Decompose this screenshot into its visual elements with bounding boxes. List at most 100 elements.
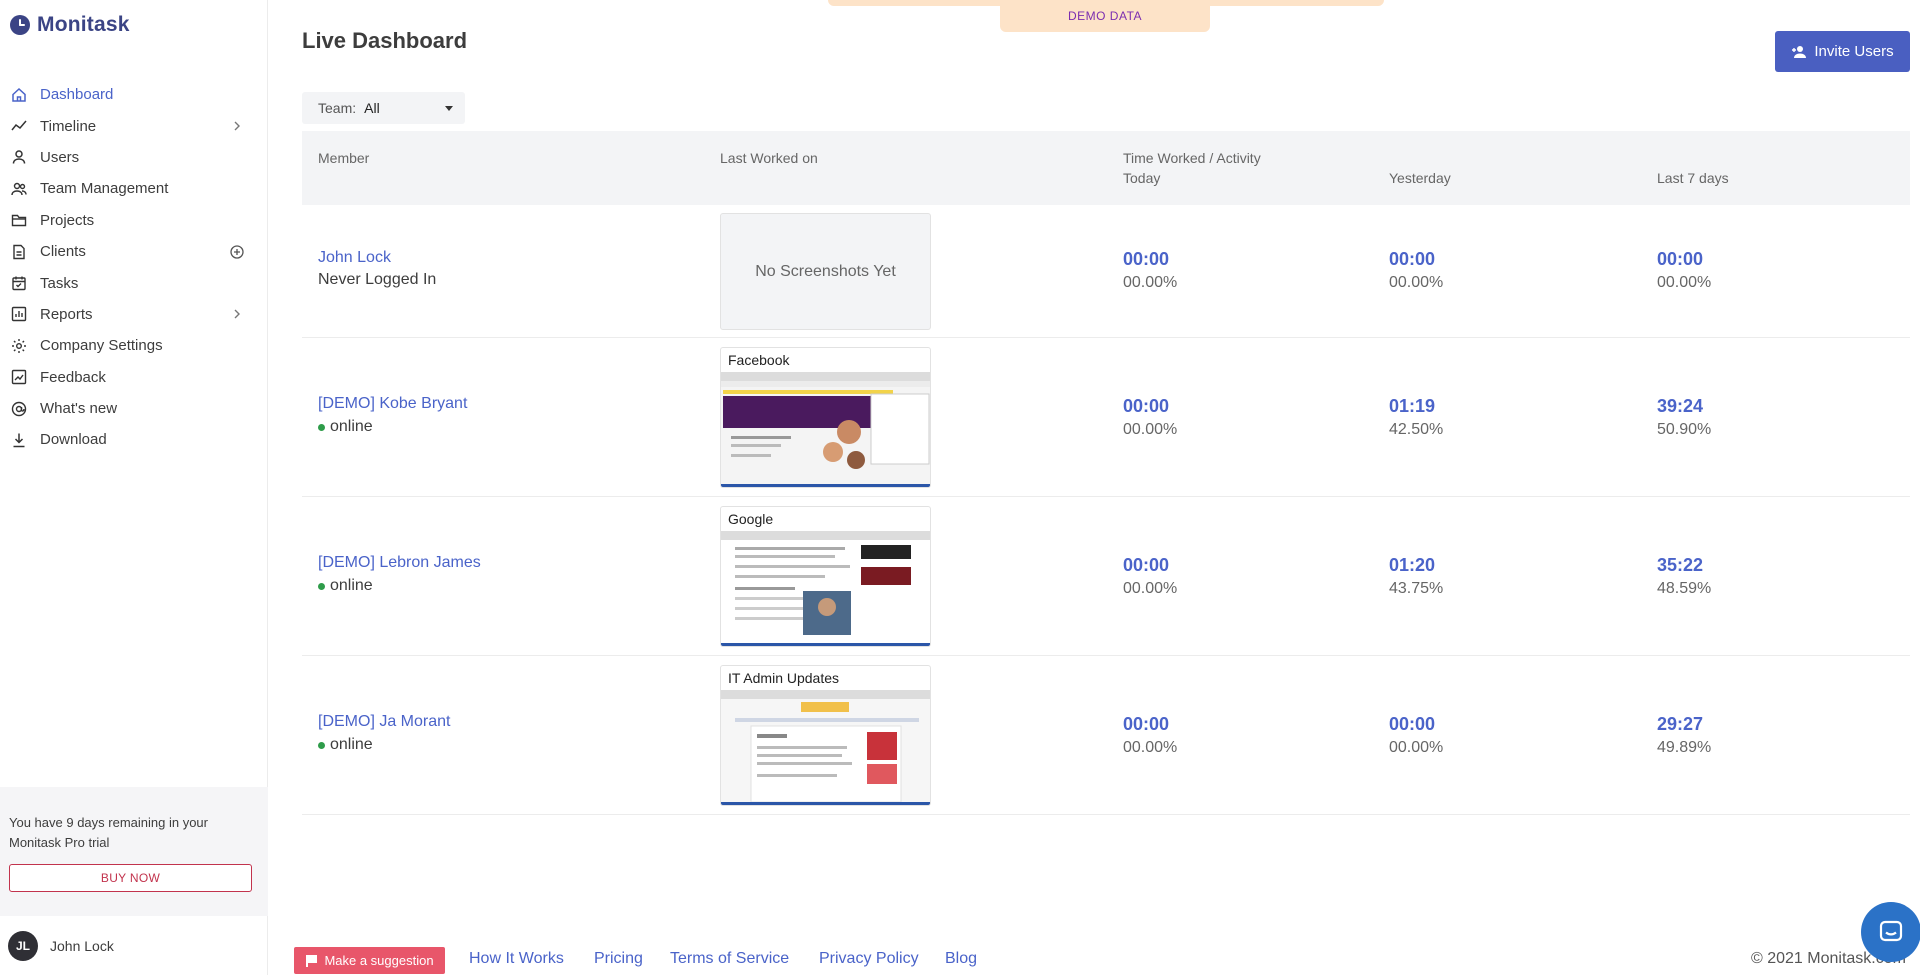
footer-link-blog[interactable]: Blog — [945, 950, 977, 968]
member-name-link[interactable]: John Lock — [318, 249, 391, 267]
stat-last-7-days: 29:27 49.89% — [1657, 713, 1711, 759]
sidebar-item-feedback[interactable]: Feedback — [0, 362, 268, 393]
online-dot-icon — [318, 423, 325, 431]
user-menu[interactable]: JL John Lock — [0, 916, 268, 975]
at-icon — [11, 401, 27, 417]
sidebar-item-label: Users — [40, 148, 80, 166]
status-text: Never Logged In — [318, 271, 437, 288]
screenshot-thumbnail[interactable]: Google — [720, 506, 931, 647]
screenshot-title: IT Admin Updates — [728, 670, 840, 686]
sidebar: Monitask Dashboard Timeline Users Team M… — [0, 0, 268, 975]
table-row: [DEMO] Kobe Bryant online Facebook 00:00… — [302, 338, 1910, 497]
gear-icon — [11, 338, 27, 354]
sidebar-item-label: Clients — [40, 243, 86, 261]
time-value: 00:00 — [1123, 249, 1170, 269]
activity-percent: 43.75% — [1389, 580, 1444, 597]
sidebar-item-label: Team Management — [40, 180, 169, 198]
time-value: 00:00 — [1389, 714, 1436, 734]
sidebar-nav: Dashboard Timeline Users Team Management — [0, 79, 268, 456]
make-suggestion-label: Make a suggestion — [324, 953, 434, 968]
sidebar-item-label: Dashboard — [40, 86, 114, 104]
time-value: 29:27 — [1657, 714, 1704, 734]
status-text: online — [330, 418, 373, 435]
team-filter-select[interactable]: Team: All — [302, 92, 465, 124]
logo-icon — [10, 15, 30, 35]
chat-icon — [1879, 920, 1903, 942]
footer-link-how-it-works[interactable]: How It Works — [469, 950, 564, 968]
member-name-link[interactable]: [DEMO] Lebron James — [318, 554, 481, 572]
stat-last-7-days: 35:22 48.59% — [1657, 554, 1711, 600]
stat-last-7-days: 39:24 50.90% — [1657, 395, 1711, 441]
sidebar-item-label: Tasks — [40, 274, 79, 292]
invite-users-label: Invite Users — [1814, 43, 1894, 60]
screenshot-image — [721, 531, 930, 646]
home-icon — [11, 87, 27, 103]
footer-link-pricing[interactable]: Pricing — [594, 950, 643, 968]
chevron-right-icon[interactable] — [230, 307, 244, 321]
activity-percent: 42.50% — [1389, 421, 1444, 438]
stat-yesterday: 00:00 00.00% — [1389, 713, 1443, 759]
activity-percent: 49.89% — [1657, 739, 1712, 756]
member-name-link[interactable]: [DEMO] Ja Morant — [318, 713, 450, 731]
page-title: Live Dashboard — [302, 28, 468, 53]
chevron-right-icon[interactable] — [230, 119, 244, 133]
chat-launcher-button[interactable] — [1861, 902, 1920, 962]
status-text: online — [330, 577, 373, 594]
sidebar-item-label: Timeline — [40, 117, 97, 135]
sidebar-item-timeline[interactable]: Timeline — [0, 110, 268, 141]
sidebar-item-dashboard[interactable]: Dashboard — [0, 79, 268, 110]
caret-down-icon — [445, 106, 453, 111]
time-value: 35:22 — [1657, 555, 1704, 575]
sidebar-item-clients[interactable]: Clients — [0, 236, 268, 267]
trial-message: You have 9 days remaining in your Monita… — [9, 815, 208, 850]
activity-percent: 50.90% — [1657, 421, 1712, 438]
trial-panel: You have 9 days remaining in your Monita… — [0, 787, 268, 916]
stat-today: 00:00 00.00% — [1123, 395, 1177, 441]
add-circle-icon[interactable] — [230, 244, 244, 259]
sidebar-item-label: What's new — [40, 400, 118, 418]
screenshot-thumbnail[interactable]: IT Admin Updates — [720, 665, 931, 806]
sidebar-item-projects[interactable]: Projects — [0, 205, 268, 236]
sidebar-item-reports[interactable]: Reports — [0, 299, 268, 330]
demo-data-badge: DEMO DATA — [1000, 0, 1210, 32]
sidebar-item-tasks[interactable]: Tasks — [0, 267, 268, 298]
sidebar-item-label: Company Settings — [40, 337, 163, 355]
chart-line-icon — [11, 118, 27, 134]
invite-users-button[interactable]: Invite Users — [1775, 31, 1910, 72]
column-header-last-worked: Last Worked on — [720, 150, 818, 166]
table-row: [DEMO] Lebron James online Google 00:00 … — [302, 497, 1910, 656]
footer-link-privacy[interactable]: Privacy Policy — [819, 950, 919, 968]
brand-logo[interactable]: Monitask — [10, 12, 130, 38]
activity-percent: 00.00% — [1123, 739, 1178, 756]
table-header: Member Last Worked on Time Worked / Acti… — [302, 131, 1910, 205]
screenshot-image — [721, 372, 930, 487]
screenshot-thumbnail[interactable]: Facebook — [720, 347, 931, 488]
sidebar-item-team-management[interactable]: Team Management — [0, 173, 268, 204]
online-dot-icon — [318, 582, 325, 590]
stat-last-7-days: 00:00 00.00% — [1657, 248, 1711, 294]
sidebar-item-label: Projects — [40, 211, 95, 229]
sidebar-item-whats-new[interactable]: What's new — [0, 393, 268, 424]
screenshot-title: Google — [728, 511, 774, 527]
member-status: online — [318, 736, 373, 754]
download-icon — [11, 432, 27, 448]
make-suggestion-button[interactable]: Make a suggestion — [294, 947, 445, 974]
sidebar-item-company-settings[interactable]: Company Settings — [0, 330, 268, 361]
add-user-icon — [1792, 45, 1807, 58]
sidebar-item-download[interactable]: Download — [0, 424, 268, 455]
buy-now-button[interactable]: BUY NOW — [9, 864, 252, 892]
member-name-link[interactable]: [DEMO] Kobe Bryant — [318, 395, 467, 413]
footer-link-terms[interactable]: Terms of Service — [670, 950, 789, 968]
activity-percent: 00.00% — [1123, 580, 1178, 597]
sidebar-item-label: Reports — [40, 305, 93, 323]
time-value: 00:00 — [1123, 396, 1170, 416]
online-dot-icon — [318, 741, 325, 749]
sidebar-item-users[interactable]: Users — [0, 142, 268, 173]
bar-chart-icon — [11, 306, 27, 322]
activity-percent: 00.00% — [1389, 274, 1444, 291]
user-icon — [11, 149, 27, 165]
stat-yesterday: 01:19 42.50% — [1389, 395, 1443, 441]
time-value: 01:20 — [1389, 555, 1436, 575]
time-value: 00:00 — [1389, 249, 1436, 269]
activity-percent: 00.00% — [1123, 274, 1178, 291]
